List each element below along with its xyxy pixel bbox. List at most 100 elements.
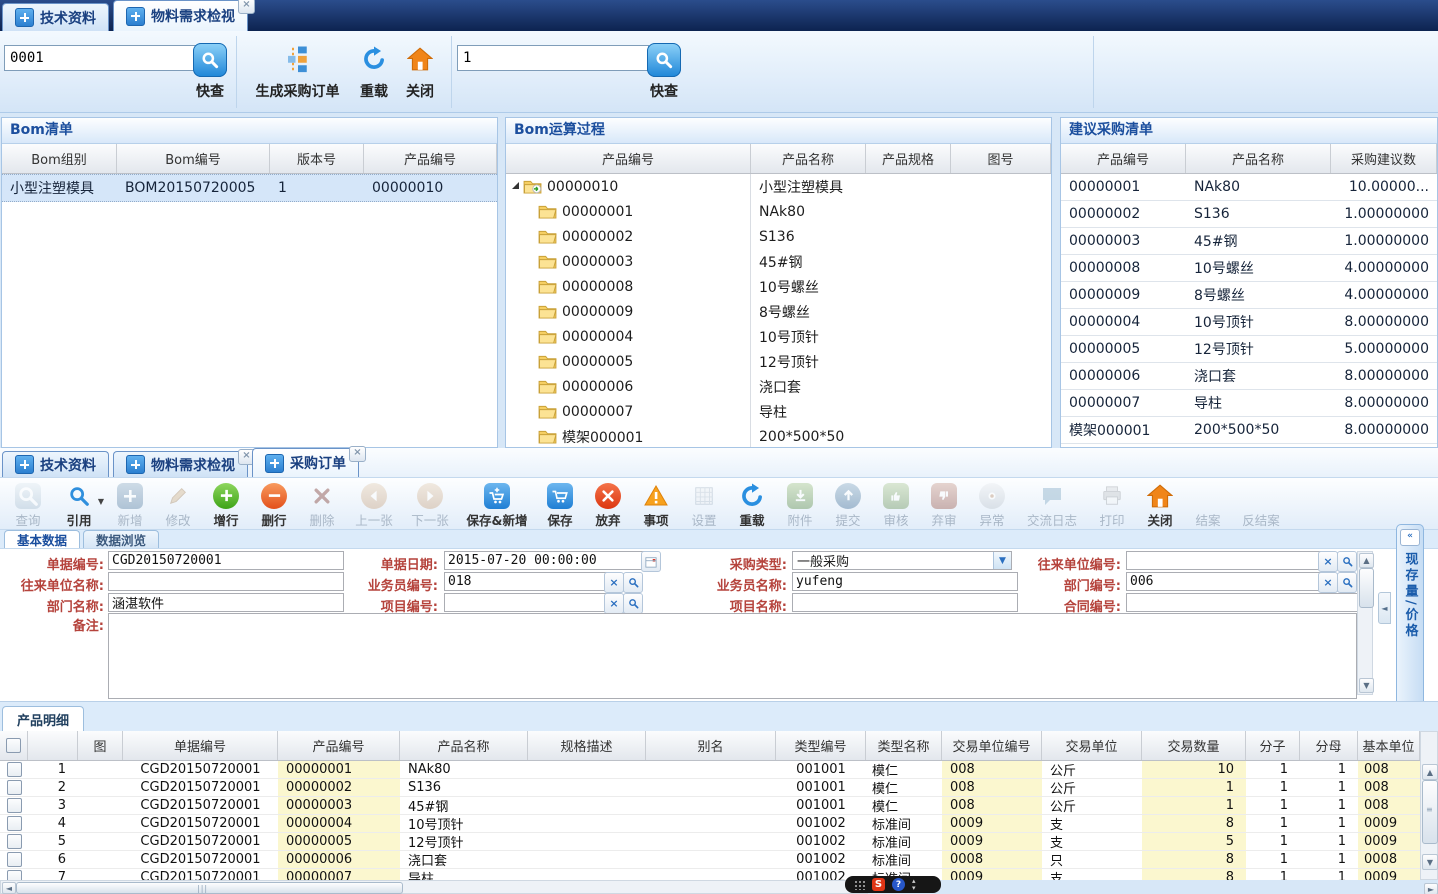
discard-x-button[interactable]: 放弃: [584, 481, 632, 529]
home-button[interactable]: 关闭: [1136, 481, 1184, 529]
project-name-input[interactable]: [792, 593, 1018, 612]
toolbar-button[interactable]: 结案: [1184, 481, 1232, 529]
scrollbar-thumb[interactable]: [1359, 568, 1374, 608]
column-header[interactable]: 分母: [1300, 731, 1358, 760]
detail-tab[interactable]: 产品明细: [2, 706, 84, 732]
settings-grid-button[interactable]: 设置: [680, 481, 728, 529]
purchase-type-select[interactable]: 一般采购 ▼: [792, 551, 1012, 570]
collapse-left-icon[interactable]: «: [1400, 529, 1420, 546]
suggest-row[interactable]: 00000006浇口套8.00000000: [1061, 363, 1437, 390]
form-scrollbar[interactable]: ▲ ▼: [1357, 551, 1373, 695]
quick-search-button-left[interactable]: 快查: [186, 43, 234, 101]
next-arrow-button[interactable]: 下一张: [402, 481, 458, 529]
column-header[interactable]: 交易单位: [1042, 731, 1142, 760]
column-header[interactable]: 产品规格: [866, 144, 951, 173]
panel-collapse-handle[interactable]: ◄: [1378, 592, 1391, 624]
bom-tree-node[interactable]: 00000010小型注塑模具: [506, 174, 1051, 199]
bom-tree-node[interactable]: 0000000345#钢: [506, 249, 1051, 274]
scroll-left-icon[interactable]: ◄: [2, 882, 16, 894]
row-checkbox[interactable]: [7, 762, 22, 777]
chevron-down-icon[interactable]: ▼: [993, 552, 1011, 569]
salesman-no-input[interactable]: [444, 572, 607, 591]
scroll-down-icon[interactable]: ▼: [1359, 678, 1374, 693]
clear-x-icon[interactable]: ×: [1318, 551, 1338, 572]
column-header[interactable]: 采购建议数: [1331, 144, 1437, 173]
submit-up-button[interactable]: 提交: [824, 481, 872, 529]
column-header[interactable]: 类型编号: [776, 731, 866, 760]
column-header[interactable]: 产品名称: [400, 731, 528, 760]
remove-row-button[interactable]: 删行: [250, 481, 298, 529]
column-header[interactable]: 产品名称: [1186, 144, 1331, 173]
toolbar-button[interactable]: 反结案: [1232, 481, 1290, 529]
column-header[interactable]: Bom组别: [2, 144, 117, 173]
lookup-icon[interactable]: [623, 593, 643, 614]
printer-button[interactable]: 打印: [1088, 481, 1136, 529]
suggest-row[interactable]: 00000001NAk8010.00000...: [1061, 174, 1437, 201]
detail-row[interactable]: 1CGD2015072000100000001NAk80001001模仁008公…: [0, 761, 1420, 779]
doc-date-input[interactable]: [444, 551, 644, 570]
row-checkbox[interactable]: [7, 852, 22, 867]
dept-name-input[interactable]: [108, 593, 344, 612]
refresh-button[interactable]: 重载: [352, 41, 396, 101]
row-checkbox[interactable]: [7, 870, 22, 880]
detail-row[interactable]: 2CGD2015072000100000002S136001001模仁008公斤…: [0, 779, 1420, 797]
partner-name-input[interactable]: [108, 572, 344, 591]
generate-po-tree-button[interactable]: 生成采购订单: [245, 41, 350, 101]
attachment-button[interactable]: 附件: [776, 481, 824, 529]
bom-tree-node[interactable]: 000000098号螺丝: [506, 299, 1051, 324]
detail-row[interactable]: 4CGD201507200010000000410号顶针001002标准间000…: [0, 815, 1420, 833]
column-header[interactable]: Bom编号: [117, 144, 270, 173]
delete-x-button[interactable]: 删除: [298, 481, 346, 529]
ime-expand-icon[interactable]: ▴▾: [912, 878, 916, 892]
close-icon[interactable]: ×: [349, 446, 366, 462]
bottom-tab[interactable]: 采购订单×: [252, 448, 359, 477]
warning-button[interactable]: 事项: [632, 481, 680, 529]
column-header[interactable]: 图: [78, 731, 123, 760]
scroll-right-icon[interactable]: ►: [1424, 883, 1438, 894]
save-cart-button[interactable]: 保存: [536, 481, 584, 529]
reference-search-button[interactable]: ▼引用: [52, 481, 106, 529]
column-header[interactable]: 基本单位: [1358, 731, 1420, 760]
column-header[interactable]: 交易单位编号: [942, 731, 1042, 760]
save-new-cart-button[interactable]: 保存&新增: [458, 481, 536, 529]
quick-search-button-right[interactable]: 快查: [640, 43, 688, 101]
suggest-row[interactable]: 0000000345#钢1.00000000: [1061, 228, 1437, 255]
project-no-input[interactable]: [444, 593, 607, 612]
chat-bubble-button[interactable]: 交流日志: [1016, 481, 1088, 529]
add-row-button[interactable]: 增行: [202, 481, 250, 529]
detail-hscrollbar[interactable]: ◄ |||: [0, 880, 868, 894]
suggest-row[interactable]: 000000098号螺丝4.00000000: [1061, 282, 1437, 309]
suggest-row[interactable]: 00000002S1361.00000000: [1061, 201, 1437, 228]
bom-tree-node[interactable]: 0000000810号螺丝: [506, 274, 1051, 299]
bom-list-row[interactable]: 小型注塑模具BOM20150720005100000010: [2, 174, 497, 202]
column-header[interactable]: 产品编号: [278, 731, 400, 760]
column-header[interactable]: 产品名称: [751, 144, 866, 173]
top-tab[interactable]: 技术资料: [2, 3, 109, 31]
quick-search-input-left[interactable]: [4, 45, 198, 71]
drag-handle-icon[interactable]: [854, 880, 865, 890]
scrollbar-thumb[interactable]: |||: [16, 882, 403, 894]
contract-no-input[interactable]: [1126, 593, 1361, 612]
bom-tree-node[interactable]: 0000000512号顶针: [506, 349, 1051, 374]
bom-tree-node[interactable]: 模架000001200*500*50: [506, 424, 1051, 448]
column-header[interactable]: 类型名称: [866, 731, 942, 760]
salesman-name-input[interactable]: [792, 572, 1018, 591]
suggest-row[interactable]: 模架000001200*500*508.00000000: [1061, 417, 1437, 444]
lookup-icon[interactable]: [1337, 551, 1357, 572]
column-header[interactable]: 交易数量: [1142, 731, 1246, 760]
clear-x-icon[interactable]: ×: [1318, 572, 1338, 593]
bottom-tab[interactable]: 物料需求检视×: [113, 451, 248, 477]
remark-textarea[interactable]: [108, 613, 1357, 699]
partner-no-input[interactable]: [1126, 551, 1321, 570]
column-header[interactable]: 产品编号: [1061, 144, 1186, 173]
lookup-icon[interactable]: [1337, 572, 1357, 593]
bom-tree-node[interactable]: 00000002S136: [506, 224, 1051, 249]
detail-row[interactable]: 7CGD2015072000100000007导柱001002标准间0009支8…: [0, 869, 1420, 880]
thumbs-down-button[interactable]: 弃审: [920, 481, 968, 529]
scroll-up-icon[interactable]: ▲: [1422, 764, 1438, 780]
dept-no-input[interactable]: [1126, 572, 1321, 591]
detail-row[interactable]: 3CGD201507200010000000345#钢001001模仁008公斤…: [0, 797, 1420, 815]
tree-expand-icon[interactable]: [512, 182, 519, 189]
scroll-down-icon[interactable]: ▼: [1422, 854, 1438, 870]
column-header[interactable]: 产品编号: [364, 144, 497, 173]
